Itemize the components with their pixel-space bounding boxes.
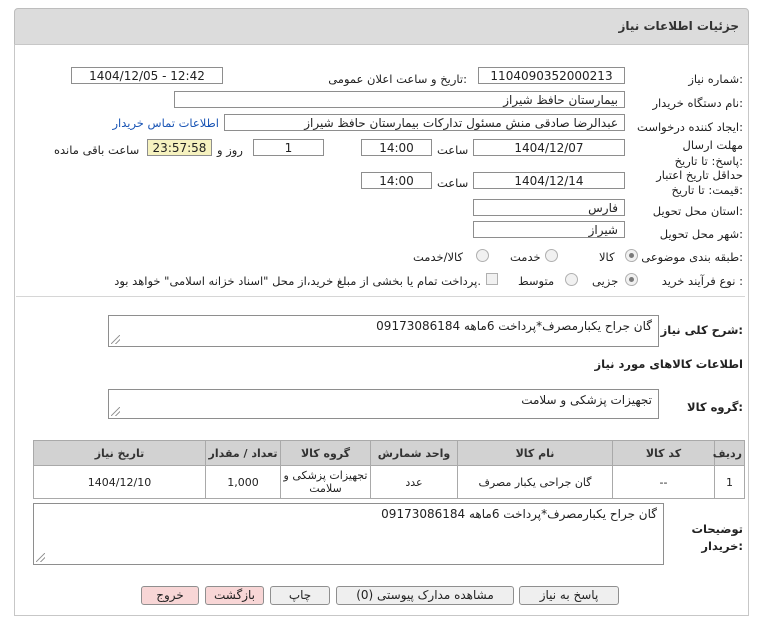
resize-grip-icon[interactable]	[111, 407, 120, 416]
page-title: جزئیات اطلاعات نیاز	[618, 19, 739, 33]
cell-row-number: 1	[714, 465, 745, 499]
category-option-goods: کالا	[599, 250, 615, 264]
need-number-field: 1104090352000213	[478, 67, 625, 84]
col-quantity: تعداد / مقدار	[205, 440, 281, 466]
exit-button[interactable]: خروج	[141, 586, 199, 605]
resize-grip-icon[interactable]	[111, 335, 120, 344]
buyer-notes-text: گان جراح یکبارمصرف*پرداخت 6ماهه 09173086…	[381, 507, 657, 521]
process-option-minor: جزیی	[592, 274, 619, 288]
process-radio-minor[interactable]	[625, 273, 638, 286]
buyer-field: بیمارستان حافظ شیراز	[174, 91, 625, 108]
description-label: شرح کلی نیاز:	[660, 323, 743, 337]
city-field: شیراز	[473, 221, 625, 238]
validity-label: حداقل تاریخ اعتبار قیمت: تا تاریخ:	[656, 168, 743, 197]
buyer-label: نام دستگاه خریدار:	[652, 96, 743, 110]
goods-group-field: تجهیزات پزشکی و سلامت	[108, 389, 659, 419]
deadline-time-field: 14:00	[361, 139, 432, 156]
category-radio-service[interactable]	[545, 249, 558, 262]
need-number-label: شماره نیاز:	[688, 72, 743, 86]
buyer-contact-link[interactable]: اطلاعات تماس خریدار	[112, 116, 219, 130]
col-goods-name: نام کالا	[457, 440, 613, 466]
reply-button[interactable]: پاسخ به نیاز	[519, 586, 619, 605]
remaining-label: ساعت باقی مانده	[54, 143, 140, 157]
print-button[interactable]: چاپ	[270, 586, 330, 605]
col-row-number: ردیف	[713, 440, 745, 466]
cell-unit: عدد	[370, 465, 458, 499]
city-label: شهر محل تحویل:	[659, 227, 743, 241]
col-goods-code: کد کالا	[612, 440, 715, 466]
deadline-time-label: ساعت	[437, 143, 469, 157]
days-field: 1	[253, 139, 324, 156]
category-radio-goods[interactable]	[625, 249, 638, 262]
items-table: ردیف کد کالا نام کالا واحد شمارش گروه کا…	[33, 440, 745, 499]
remaining-time-field: 23:57:58	[147, 139, 212, 156]
goods-group-label: گروه کالا:	[687, 400, 743, 414]
announce-field: 1404/12/05 - 12:42	[71, 67, 223, 84]
validity-time-label: ساعت	[437, 176, 469, 190]
col-need-date: تاریخ نیاز	[33, 440, 206, 466]
back-button[interactable]: بازگشت	[205, 586, 264, 605]
category-option-goods-service: کالا/خدمت	[413, 250, 464, 264]
cell-need-date: 1404/12/10	[33, 465, 206, 499]
province-field: فارس	[473, 199, 625, 216]
goods-info-title: اطلاعات کالاهای مورد نیاز	[594, 357, 743, 371]
cell-goods-group: تجهیزات پزشکی و سلامت	[280, 465, 371, 499]
days-label: روز و	[217, 143, 243, 157]
province-label: استان محل تحویل:	[652, 204, 743, 218]
col-unit: واحد شمارش	[370, 440, 458, 466]
table-header-row: ردیف کد کالا نام کالا واحد شمارش گروه کا…	[33, 440, 745, 466]
process-option-medium: متوسط	[518, 274, 555, 288]
goods-group-text: تجهیزات پزشکی و سلامت	[521, 393, 652, 407]
process-radio-medium[interactable]	[565, 273, 578, 286]
cell-goods-name: گان جراحی یکبار مصرف	[457, 465, 613, 499]
category-option-service: خدمت	[510, 250, 541, 264]
category-label: طبقه بندی موضوعی:	[641, 250, 743, 264]
deadline-date-field: 1404/12/07	[473, 139, 625, 156]
deadline-label: مهلت ارسال پاسخ: تا تاریخ:	[674, 138, 743, 168]
col-goods-group: گروه کالا	[280, 440, 371, 466]
creator-field: عبدالرضا صادقی منش مسئول تدارکات بیمارست…	[224, 114, 625, 131]
validity-time-field: 14:00	[361, 172, 432, 189]
process-label: نوع فرآیند خرید :	[661, 274, 743, 288]
description-field: گان جراح یکبارمصرف*پرداخت 6ماهه 09173086…	[108, 315, 659, 347]
table-row: 1 -- گان جراحی یکبار مصرف عدد تجهیزات پز…	[33, 465, 745, 499]
cell-quantity: 1,000	[205, 465, 281, 499]
validity-date-field: 1404/12/14	[473, 172, 625, 189]
treasury-checkbox[interactable]	[486, 273, 498, 285]
treasury-checkbox-label: پرداخت تمام یا بخشی از مبلغ خرید،از محل …	[114, 274, 481, 288]
category-radio-goods-service[interactable]	[476, 249, 489, 262]
view-attachments-button[interactable]: مشاهده مدارک پیوستی (0)	[336, 586, 514, 605]
section-divider	[16, 296, 745, 297]
announce-label: تاریخ و ساعت اعلان عمومی:	[328, 72, 467, 86]
description-text: گان جراح یکبارمصرف*پرداخت 6ماهه 09173086…	[376, 319, 652, 333]
resize-grip-icon[interactable]	[36, 553, 45, 562]
buyer-notes-label: توضیحات خریدار:	[691, 522, 744, 553]
creator-label: ایجاد کننده درخواست:	[637, 120, 743, 134]
buyer-notes-field: گان جراح یکبارمصرف*پرداخت 6ماهه 09173086…	[33, 503, 664, 565]
cell-goods-code: --	[612, 465, 715, 499]
